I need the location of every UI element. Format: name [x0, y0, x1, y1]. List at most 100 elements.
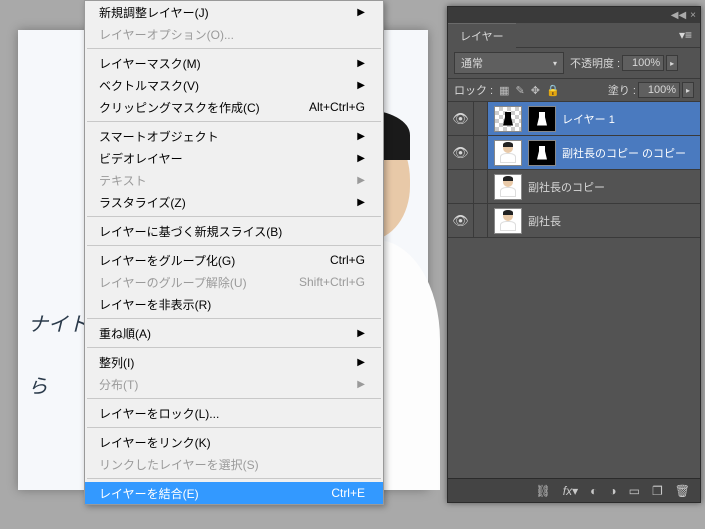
- menu-item-label: レイヤーのグループ解除(U): [99, 274, 247, 291]
- menu-item: レイヤーのグループ解除(U) Shift+Ctrl+G: [85, 271, 383, 293]
- menu-item-label: レイヤーに基づく新規スライス(B): [99, 223, 282, 240]
- menu-item-label: レイヤーオプション(O)...: [99, 26, 234, 43]
- submenu-arrow-icon: ▶: [357, 328, 365, 339]
- new-layer-icon[interactable]: ❐: [652, 484, 663, 498]
- menu-item-label: ラスタライズ(Z): [99, 194, 186, 211]
- lock-row: ロック : ▦ ✎ ✥ 🔒 塗り : 100% ▸: [448, 79, 700, 102]
- layer-thumbnail: [494, 174, 522, 200]
- menu-separator: [87, 427, 381, 428]
- visibility-toggle[interactable]: 👁: [448, 204, 474, 237]
- submenu-arrow-icon: ▶: [357, 153, 365, 164]
- panel-titlebar[interactable]: ◀◀ ×: [448, 7, 700, 23]
- link-column: [474, 102, 488, 135]
- layer-row[interactable]: 👁 副社長のコピー のコピー: [448, 136, 700, 170]
- submenu-arrow-icon: ▶: [357, 197, 365, 208]
- opacity-input[interactable]: 100%: [622, 55, 664, 71]
- menu-item[interactable]: スマートオブジェクト▶: [85, 125, 383, 147]
- menu-item[interactable]: ビデオレイヤー▶: [85, 147, 383, 169]
- menu-item-shortcut: Alt+Ctrl+G: [309, 100, 365, 114]
- menu-item[interactable]: 新規調整レイヤー(J)▶: [85, 1, 383, 23]
- menu-item-label: レイヤーをグループ化(G): [99, 252, 235, 269]
- layer-row[interactable]: 副社長のコピー: [448, 170, 700, 204]
- panel-menu-icon[interactable]: ▾≡: [671, 28, 700, 42]
- link-column: [474, 204, 488, 237]
- layer-row[interactable]: 👁 レイヤー 1: [448, 102, 700, 136]
- menu-item-shortcut: Shift+Ctrl+G: [299, 275, 365, 289]
- handwriting-1: ナイト: [28, 308, 88, 337]
- layer-main[interactable]: 副社長: [488, 204, 700, 237]
- layer-context-menu: 新規調整レイヤー(J)▶レイヤーオプション(O)...レイヤーマスク(M)▶ベク…: [84, 0, 384, 505]
- blend-mode-dropdown[interactable]: 通常 ▾: [454, 52, 564, 74]
- eye-icon: 👁: [452, 111, 469, 127]
- delete-layer-icon[interactable]: 🗑: [675, 484, 690, 498]
- menu-item-label: レイヤーマスク(M): [99, 55, 201, 72]
- layer-name: レイヤー 1: [562, 111, 615, 127]
- menu-item-label: レイヤーをロック(L)...: [99, 405, 219, 422]
- menu-item: テキスト▶: [85, 169, 383, 191]
- submenu-arrow-icon: ▶: [357, 175, 365, 186]
- layer-name: 副社長のコピー: [528, 179, 605, 195]
- menu-item: レイヤーオプション(O)...: [85, 23, 383, 45]
- new-group-icon[interactable]: ▭: [629, 484, 640, 498]
- menu-item[interactable]: レイヤーをグループ化(G)Ctrl+G: [85, 249, 383, 271]
- menu-item[interactable]: レイヤーをリンク(K): [85, 431, 383, 453]
- submenu-arrow-icon: ▶: [357, 357, 365, 368]
- submenu-arrow-icon: ▶: [357, 80, 365, 91]
- menu-item-label: レイヤーを結合(E): [99, 485, 199, 502]
- panel-controls-row: 通常 ▾ 不透明度 : 100% ▸: [448, 47, 700, 79]
- menu-item[interactable]: レイヤーをロック(L)...: [85, 402, 383, 424]
- lock-position-icon[interactable]: ✥: [531, 84, 540, 97]
- fill-stepper[interactable]: ▸: [682, 82, 694, 98]
- layer-fx-icon[interactable]: fx▾: [563, 484, 578, 498]
- lock-all-icon[interactable]: 🔒: [546, 84, 560, 97]
- menu-item-label: スマートオブジェクト: [99, 128, 219, 145]
- panel-close-icon[interactable]: ×: [690, 10, 696, 21]
- submenu-arrow-icon: ▶: [357, 379, 365, 390]
- layer-mask-thumbnail: [528, 140, 556, 166]
- menu-item-label: レイヤーを非表示(R): [99, 296, 211, 313]
- tab-layers[interactable]: レイヤー: [448, 23, 516, 48]
- handwriting-2: ら: [28, 370, 48, 399]
- layers-panel: ◀◀ × レイヤー ▾≡ 通常 ▾ 不透明度 : 100% ▸ ロック : ▦ …: [447, 6, 701, 503]
- eye-icon: 👁: [452, 213, 469, 229]
- menu-separator: [87, 347, 381, 348]
- menu-separator: [87, 245, 381, 246]
- panel-collapse-icon[interactable]: ◀◀: [671, 10, 686, 21]
- eye-icon: 👁: [452, 145, 469, 161]
- visibility-toggle[interactable]: [448, 170, 474, 203]
- fill-input[interactable]: 100%: [638, 82, 680, 98]
- opacity-stepper[interactable]: ▸: [666, 55, 678, 71]
- layer-main[interactable]: 副社長のコピー のコピー: [488, 136, 700, 169]
- menu-item[interactable]: レイヤーマスク(M) ▶: [85, 52, 383, 74]
- menu-separator: [87, 318, 381, 319]
- lock-transparency-icon[interactable]: ▦: [499, 84, 509, 97]
- adjustment-layer-icon[interactable]: ◑: [609, 484, 616, 498]
- menu-item[interactable]: 重ね順(A)▶: [85, 322, 383, 344]
- layer-main[interactable]: 副社長のコピー: [488, 170, 700, 203]
- lock-paint-icon[interactable]: ✎: [516, 84, 525, 97]
- menu-item-label: レイヤーをリンク(K): [99, 434, 211, 451]
- menu-item-label: 整列(I): [99, 354, 134, 371]
- submenu-arrow-icon: ▶: [357, 58, 365, 69]
- menu-item[interactable]: クリッピングマスクを作成(C)Alt+Ctrl+G: [85, 96, 383, 118]
- menu-item[interactable]: ベクトルマスク(V)▶: [85, 74, 383, 96]
- menu-item[interactable]: レイヤーに基づく新規スライス(B): [85, 220, 383, 242]
- layer-mask-icon[interactable]: ◐: [590, 484, 597, 498]
- menu-item[interactable]: ラスタライズ(Z) ▶: [85, 191, 383, 213]
- menu-separator: [87, 478, 381, 479]
- layer-main[interactable]: レイヤー 1: [488, 102, 700, 135]
- layer-thumbnail: [494, 208, 522, 234]
- menu-item: 分布(T)▶: [85, 373, 383, 395]
- visibility-toggle[interactable]: 👁: [448, 102, 474, 135]
- menu-item[interactable]: レイヤーを非表示(R): [85, 293, 383, 315]
- menu-item-label: リンクしたレイヤーを選択(S): [99, 456, 259, 473]
- menu-separator: [87, 398, 381, 399]
- menu-item-label: 新規調整レイヤー(J): [99, 4, 209, 21]
- link-layers-icon[interactable]: ⛓: [536, 484, 551, 498]
- visibility-toggle[interactable]: 👁: [448, 136, 474, 169]
- opacity-label: 不透明度 :: [570, 55, 620, 71]
- menu-item[interactable]: 整列(I) ▶: [85, 351, 383, 373]
- menu-item[interactable]: レイヤーを結合(E)Ctrl+E: [85, 482, 383, 504]
- layer-mask-thumbnail: [528, 106, 556, 132]
- layer-row[interactable]: 👁 副社長: [448, 204, 700, 238]
